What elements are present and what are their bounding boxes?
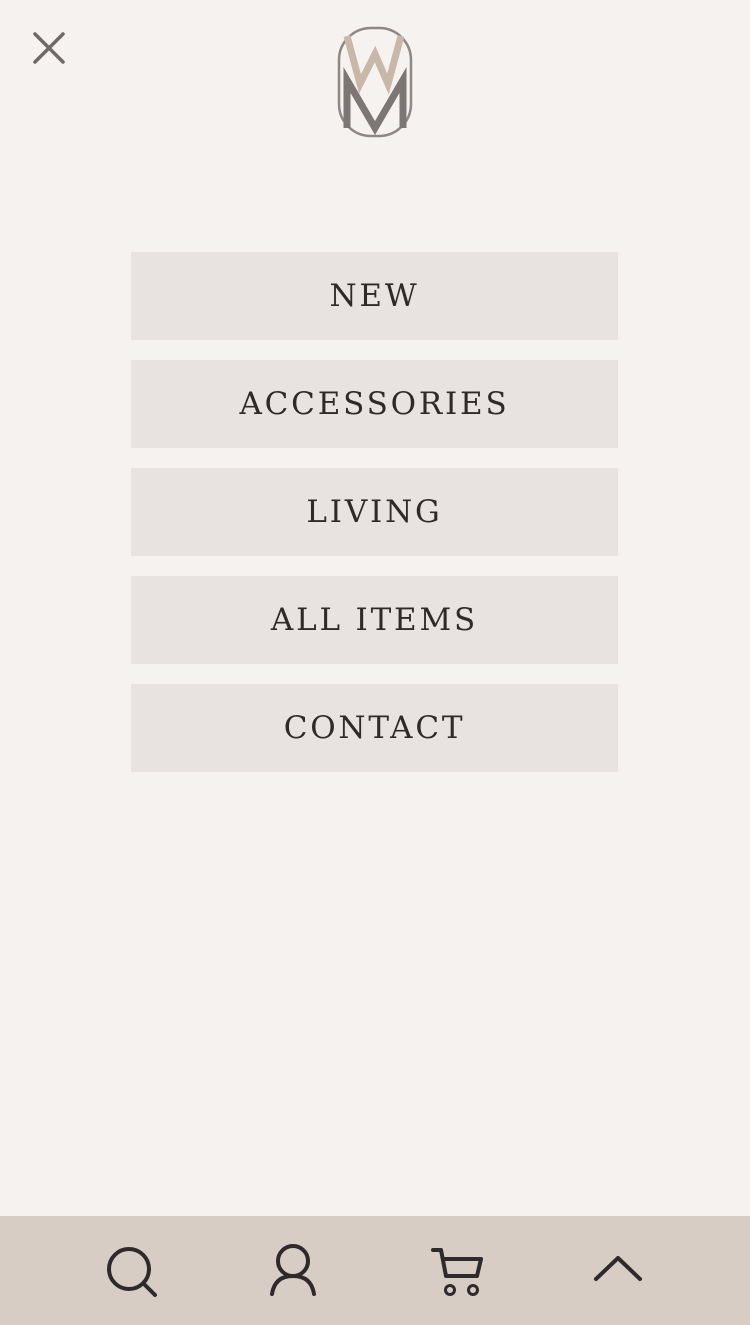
chevron-up-icon — [594, 1256, 642, 1281]
menu-item-label: LIVING — [306, 493, 443, 530]
menu-item-label: ACCESSORIES — [239, 385, 510, 422]
account-button[interactable] — [258, 1234, 328, 1304]
menu-item-all-items[interactable]: ALL ITEMS — [131, 576, 618, 664]
menu-item-accessories[interactable]: ACCESSORIES — [131, 360, 618, 448]
menu-item-label: CONTACT — [283, 709, 466, 746]
account-icon — [270, 1244, 316, 1296]
menu-item-label: ALL ITEMS — [270, 601, 479, 638]
cart-icon — [431, 1248, 483, 1296]
close-button[interactable] — [28, 27, 70, 69]
search-button[interactable] — [97, 1234, 167, 1304]
close-icon — [33, 32, 65, 64]
bottom-navigation-bar — [0, 1216, 750, 1325]
menu-item-new[interactable]: NEW — [131, 252, 618, 340]
logo[interactable] — [337, 26, 413, 138]
menu-item-label: NEW — [329, 277, 420, 314]
search-icon — [107, 1247, 157, 1297]
main-menu: NEW ACCESSORIES LIVING ALL ITEMS CONTACT — [131, 252, 618, 792]
menu-item-contact[interactable]: CONTACT — [131, 684, 618, 772]
scroll-top-button[interactable] — [583, 1234, 653, 1304]
cart-button[interactable] — [423, 1234, 493, 1304]
menu-item-living[interactable]: LIVING — [131, 468, 618, 556]
vm-monogram-logo — [337, 26, 413, 138]
